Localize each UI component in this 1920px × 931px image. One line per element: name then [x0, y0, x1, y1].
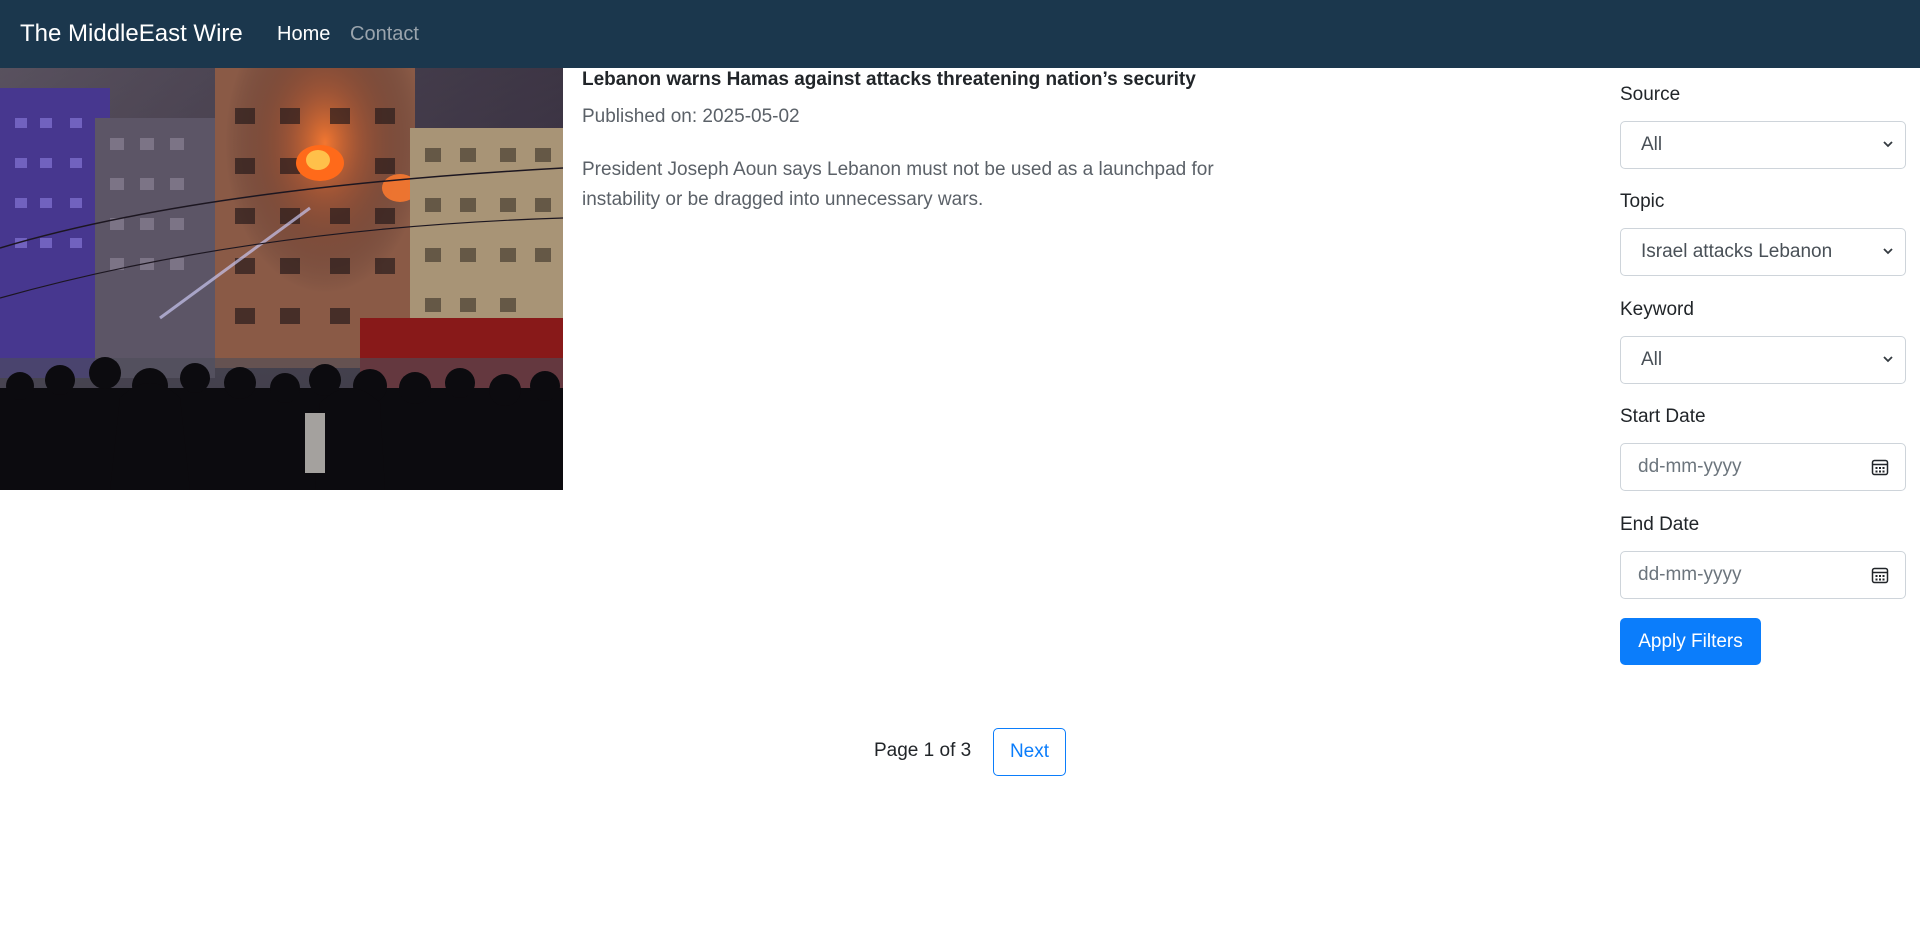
topic-select[interactable]: Israel attacks Lebanon [1620, 228, 1906, 276]
article-image[interactable] [0, 68, 563, 490]
chevron-down-icon [1883, 356, 1893, 363]
chevron-down-icon [1883, 248, 1893, 255]
topic-select-value: Israel attacks Lebanon [1641, 241, 1833, 262]
end-date-label: End Date [1620, 514, 1700, 535]
start-date-placeholder: dd-mm-yyyy [1638, 456, 1742, 477]
calendar-icon[interactable] [1871, 566, 1889, 584]
start-date-input[interactable]: dd-mm-yyyy [1620, 443, 1906, 491]
brand-title[interactable]: The MiddleEast Wire [20, 0, 243, 68]
topic-label: Topic [1620, 191, 1665, 212]
keyword-select[interactable]: All [1620, 336, 1906, 384]
start-date-label: Start Date [1620, 406, 1706, 427]
end-date-placeholder: dd-mm-yyyy [1638, 564, 1742, 585]
source-select[interactable]: All [1620, 121, 1906, 169]
apply-filters-button[interactable]: Apply Filters [1620, 618, 1761, 665]
source-label: Source [1620, 84, 1681, 105]
pagination-status: Page 1 of 3 [874, 740, 972, 761]
end-date-input[interactable]: dd-mm-yyyy [1620, 551, 1906, 599]
article-summary: President Joseph Aoun says Lebanon must … [582, 159, 1214, 210]
keyword-label: Keyword [1620, 299, 1694, 320]
article-title[interactable]: Lebanon warns Hamas against attacks thre… [582, 69, 1196, 91]
chevron-down-icon [1883, 141, 1893, 148]
keyword-select-value: All [1641, 349, 1663, 370]
nav-contact-link[interactable]: Contact [350, 0, 419, 68]
top-navbar: The MiddleEast Wire Home Contact [0, 0, 1920, 68]
source-select-value: All [1641, 134, 1663, 155]
article-publish-date: Published on: 2025-05-02 [582, 106, 800, 127]
calendar-icon[interactable] [1871, 458, 1889, 476]
next-page-button[interactable]: Next [993, 728, 1066, 776]
nav-home-link[interactable]: Home [277, 0, 330, 68]
